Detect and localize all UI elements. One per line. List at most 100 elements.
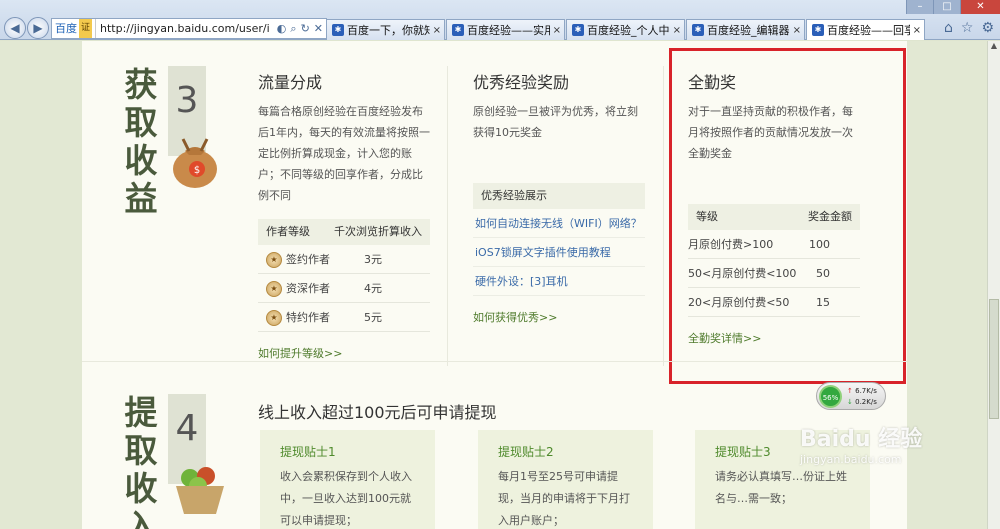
withdraw-tip-card: 提现贴士1 收入会累积保存到个人收入中，一旦收入达到100元就可以申请提现； bbox=[260, 430, 435, 529]
level-row: ★ 资深作者 4元 bbox=[258, 274, 430, 303]
tab-label: 百度经验——回享计... bbox=[827, 23, 910, 37]
download-speed-value: 0.2K/s bbox=[855, 398, 877, 406]
medal-icon: ★ bbox=[266, 309, 282, 326]
level-row: ★ 签约作者 3元 bbox=[258, 245, 430, 274]
tab-close-icon[interactable]: × bbox=[433, 21, 444, 40]
browser-tab[interactable]: ✱百度一下，你就知道× bbox=[326, 19, 445, 40]
showcase-link[interactable]: 硬件外设：[3]耳机 bbox=[473, 267, 645, 296]
close-window-button[interactable]: ✕ bbox=[960, 0, 1000, 14]
showcase-list: 优秀经验展示 如何自动连接无线（WIFI）网络？ iOS7锁屏文字插件使用教程 硬件… bbox=[473, 183, 645, 296]
maximize-button[interactable]: □ bbox=[933, 0, 960, 14]
medal-icon: ★ bbox=[266, 251, 282, 268]
level-name: 资深作者 bbox=[286, 281, 330, 295]
medal-icon: ★ bbox=[266, 280, 282, 297]
level-table: 作者等级 千次浏览折算收入 ★ 签约作者 3元 ★ 资深作者 4元 ★ 特约作者 5元 bbox=[258, 219, 430, 332]
tip-text: 收入会累积保存到个人收入中，一旦收入达到100元就可以申请提现； bbox=[280, 470, 412, 527]
refresh-icon[interactable]: ↻ bbox=[301, 19, 310, 38]
scroll-up-icon[interactable]: ▲ bbox=[988, 41, 1000, 53]
search-engine-label: 百度 bbox=[55, 22, 77, 35]
vertical-title-char: 获 bbox=[124, 65, 158, 104]
browser-tab[interactable]: ✱百度经验——回享计...× bbox=[806, 19, 925, 40]
tab-label: 百度经验——实用生活... bbox=[467, 23, 550, 37]
network-speed-widget[interactable]: 56% ↑ 6.7K/s ↓ 0.2K/s bbox=[816, 382, 886, 410]
tip-title: 提现贴士1 bbox=[280, 445, 336, 459]
right-toolbar: ⌂ ☆ ⚙ bbox=[944, 20, 994, 36]
watermark-sub: jingyan.baidu.com bbox=[800, 453, 902, 466]
section4-vertical-title: 提取收入 bbox=[121, 394, 161, 529]
vertical-scrollbar[interactable]: ▲ bbox=[987, 41, 1000, 529]
money-bag-icon: $ bbox=[173, 138, 217, 188]
favorites-star-icon[interactable]: ☆ bbox=[961, 20, 974, 36]
level-cell: ★ 签约作者 bbox=[266, 251, 330, 268]
fruit-basket-icon bbox=[176, 467, 224, 514]
showcase-link[interactable]: 如何自动连接无线（WIFI）网络？ bbox=[473, 209, 645, 238]
tab-label: 百度经验_编辑器 bbox=[707, 23, 790, 37]
get-excellent-link[interactable]: 如何获得优秀>> bbox=[473, 311, 557, 324]
scroll-thumb[interactable] bbox=[989, 299, 999, 419]
download-speed: ↓ 0.2K/s bbox=[847, 398, 877, 406]
tab-close-icon[interactable]: × bbox=[673, 21, 684, 40]
vertical-title-char: 取 bbox=[124, 103, 158, 142]
highlight-box bbox=[669, 48, 906, 384]
tab-close-icon[interactable]: × bbox=[913, 21, 924, 40]
excellent-reward-desc: 原创经验一旦被评为优秀，将立刻获得10元奖金 bbox=[473, 105, 638, 139]
stop-icon[interactable]: ✕ bbox=[314, 19, 323, 38]
tip-text: 请务必认真填写…份证上姓名与…需一致； bbox=[715, 470, 847, 505]
level-cell: ★ 特约作者 bbox=[266, 309, 330, 326]
gear-icon[interactable]: ⚙ bbox=[981, 20, 994, 36]
speed-percent: 56% bbox=[819, 385, 842, 408]
excellent-reward-title: 优秀经验奖励 bbox=[473, 73, 570, 92]
tab-paw-icon: ✱ bbox=[812, 24, 824, 36]
back-button[interactable]: ◀ bbox=[4, 17, 26, 39]
tab-close-icon[interactable]: × bbox=[553, 21, 564, 40]
compat-view-icon[interactable]: ◐ bbox=[277, 19, 287, 38]
showcase-header: 优秀经验展示 bbox=[473, 183, 645, 209]
tip-text: 每月1号至25号可申请提现，当月的申请将于下月打入用户账户； bbox=[498, 470, 630, 527]
level-table-header: 作者等级 千次浏览折算收入 bbox=[258, 219, 430, 245]
tab-paw-icon: ✱ bbox=[452, 24, 464, 36]
traffic-share-title: 流量分成 bbox=[258, 73, 323, 92]
vertical-title-char: 入 bbox=[124, 507, 158, 529]
minimize-button[interactable]: – bbox=[906, 0, 933, 14]
browser-chrome: – □ ✕ ◀ ▶ 百度 证 http://jingyan.baidu.com/… bbox=[0, 0, 1000, 40]
browser-tab[interactable]: ✱ 百度经验_编辑器 × bbox=[686, 19, 805, 40]
level-name: 特约作者 bbox=[286, 310, 330, 324]
browser-tab[interactable]: ✱百度经验_个人中心_我...× bbox=[566, 19, 685, 40]
window-controls: – □ ✕ bbox=[906, 0, 1000, 14]
tab-label: 百度一下，你就知道 bbox=[347, 23, 430, 37]
withdraw-tip-card: 提现贴士2 每月1号至25号可申请提现，当月的申请将于下月打入用户账户； bbox=[478, 430, 653, 529]
tip-title: 提现贴士2 bbox=[498, 445, 554, 459]
traffic-share-column: 流量分成 每篇合格原创经验在百度经验发布后1年内，每天的有效流量将按照一定比例折… bbox=[258, 69, 430, 361]
url-text[interactable]: http://jingyan.baidu.com/user/i bbox=[96, 19, 274, 38]
home-icon[interactable]: ⌂ bbox=[944, 20, 953, 36]
tab-label: 百度经验_个人中心_我... bbox=[587, 23, 670, 37]
tab-paw-icon: ✱ bbox=[332, 24, 344, 36]
withdraw-title: 线上收入超过100元后可申请提现 bbox=[258, 403, 497, 422]
showcase-link[interactable]: iOS7锁屏文字插件使用教程 bbox=[473, 238, 645, 267]
excellent-reward-column: 优秀经验奖励 原创经验一旦被评为优秀，将立刻获得10元奖金 优秀经验展示 如何自… bbox=[473, 69, 645, 325]
svg-text:$: $ bbox=[194, 165, 200, 176]
traffic-share-desc: 每篇合格原创经验在百度经验发布后1年内，每天的有效流量将按照一定比例折算成现金，… bbox=[258, 105, 430, 202]
page-viewport: 获取收益 3 $ 流量分成 每篇合格原创经验在百度经验发布后1年内，每天的有效流… bbox=[0, 41, 987, 529]
header-income: 千次浏览折算收入 bbox=[334, 225, 422, 238]
improve-level-link[interactable]: 如何提升等级>> bbox=[258, 347, 342, 360]
section-divider bbox=[82, 361, 907, 362]
watermark-main: Baidu 经验 bbox=[800, 427, 923, 452]
tab-paw-icon: ✱ bbox=[572, 24, 584, 36]
address-bar[interactable]: 百度 证 http://jingyan.baidu.com/user/i ◐ ⌕… bbox=[51, 18, 327, 39]
search-icon[interactable]: ⌕ bbox=[290, 19, 296, 38]
tab-close-icon[interactable]: × bbox=[793, 21, 804, 40]
level-income: 4元 bbox=[364, 282, 382, 295]
header-author-level: 作者等级 bbox=[266, 225, 310, 238]
level-income: 5元 bbox=[364, 311, 382, 324]
column-divider bbox=[447, 66, 448, 366]
showcase-header-label: 优秀经验展示 bbox=[481, 189, 547, 202]
upload-speed-value: 6.7K/s bbox=[855, 387, 877, 395]
search-engine-badge[interactable]: 百度 证 bbox=[52, 19, 97, 38]
browser-tab[interactable]: ✱百度经验——实用生活...× bbox=[446, 19, 565, 40]
verified-badge: 证 bbox=[79, 19, 93, 38]
forward-button[interactable]: ▶ bbox=[27, 17, 49, 39]
level-income: 3元 bbox=[364, 253, 382, 266]
vertical-title-char: 收 bbox=[124, 141, 158, 180]
level-name: 签约作者 bbox=[286, 252, 330, 266]
